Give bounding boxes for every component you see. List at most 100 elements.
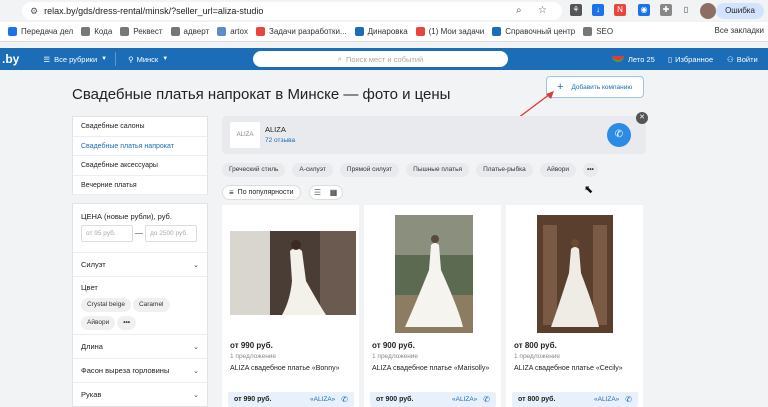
offer-seller[interactable]: «ALIZA» [452,396,477,403]
bookmark-item[interactable]: artox [217,27,248,36]
promo-link[interactable]: Лето 25 [612,48,655,70]
company-name[interactable]: ALIZA [265,125,286,134]
bookmark-item[interactable]: (1) Мои задачи [415,27,485,36]
site-logo[interactable]: .by [2,52,19,66]
bookmark-item[interactable]: SEO [583,27,613,36]
product-name[interactable]: ALIZA свадебное платье «Marisolly» [372,365,489,372]
site-settings-icon[interactable]: ⚙ [30,6,38,17]
category-item[interactable]: Вечерние платья [73,176,207,195]
sidebar-panel-icon[interactable]: ▯ [680,4,692,16]
menu-icon: ☰ [43,54,51,64]
zoom-icon[interactable]: ⌕ [516,5,522,16]
chevron-down-icon: ⌄ [193,391,199,399]
bookmark-folder-icon [354,27,364,36]
product-card[interactable]: от 990 руб. 1 предложение ALIZA свадебно… [222,205,359,407]
eye-extension-icon[interactable]: ◉ [638,4,650,16]
silhouette-filter[interactable]: Силуэт ⌄ [73,252,207,276]
profile-error-badge[interactable]: Ошибка [716,3,764,19]
city-label: Минск [136,54,159,64]
product-photo[interactable] [230,231,356,315]
filter-tag[interactable]: Пышные платья [406,163,470,177]
sort-dropdown[interactable]: ≡ По популярности [222,185,301,200]
phone-icon[interactable]: ✆ [625,395,632,404]
color-chip[interactable]: Айвори [81,316,116,330]
filter-tag[interactable]: Платье-рыбка [476,163,533,177]
category-item[interactable]: Свадебные аксессуары [73,156,207,176]
filter-tag[interactable]: Греческий стиль [222,163,286,177]
company-reviews-link[interactable]: 72 отзыва [265,137,295,144]
search-input[interactable]: ⌕ Поиск мест и событий [253,51,508,67]
product-name[interactable]: ALIZA свадебное платье «Cecily» [514,365,623,372]
price-from-input[interactable]: от 95 руб. [81,225,133,242]
product-photo[interactable] [537,215,613,333]
profile-avatar[interactable] [700,3,716,19]
sort-row: ≡ По популярности ☰ ▦ [222,185,343,200]
bookmark-folder-icon [492,27,502,36]
offer-seller[interactable]: «ALIZA» [594,396,619,403]
bookmark-star-icon[interactable]: ☆ [538,5,547,16]
extension-icon[interactable]: ⚘ [570,4,582,16]
neckline-filter[interactable]: Фасон выреза горловины ⌄ [73,358,207,382]
offer-bar[interactable]: от 990 руб. «ALIZA» ✆ [228,392,354,407]
login-link[interactable]: ⚇ Войти [727,48,758,70]
price-to-input[interactable]: до 2500 руб. [145,225,197,242]
offer-price: от 900 руб. [376,396,414,403]
mouse-cursor-icon: ⬉ [584,184,594,196]
offer-bar[interactable]: от 900 руб. «ALIZA» ✆ [370,392,496,407]
chevron-down-icon: ▼ [101,56,108,62]
bookmark-item[interactable]: Кода [81,27,112,36]
city-selector[interactable]: ⚲ Минск ▼ [128,55,168,64]
offer-bar[interactable]: от 800 руб. «ALIZA» ✆ [512,392,638,407]
add-company-button[interactable]: + Добавить компанию [546,76,644,98]
bookmark-icon: ▯ [668,54,673,64]
filter-tag[interactable]: А-силуэт [292,163,333,177]
new-extension-icon[interactable]: N [614,4,626,16]
grid-view-icon[interactable]: ▦ [326,188,342,197]
more-colors-button[interactable]: ••• [117,316,137,330]
product-offers[interactable]: 1 предложение [372,353,418,360]
search-placeholder: Поиск мест и событий [345,54,424,64]
all-rubrics-button[interactable]: ☰ Все рубрики ▼ [43,52,117,66]
address-url[interactable]: relax.by/gds/dress-rental/minsk/?seller_… [44,6,263,16]
bookmark-item[interactable]: Динаровка [354,27,408,36]
filter-tag[interactable]: Айвори [539,163,576,177]
sleeves-filter[interactable]: Рукав ⌄ [73,382,207,406]
phone-icon[interactable]: ✆ [341,395,348,404]
tag-list: Греческий стиль А-силуэт Прямой силуэт Пышн… [222,163,605,177]
color-chip[interactable]: Crystal beige [81,298,131,312]
download-icon[interactable]: ↓ [592,4,604,16]
offer-seller[interactable]: «ALIZA» [310,396,335,403]
category-item[interactable]: Свадебные платья напрокат [73,137,207,156]
product-name[interactable]: ALIZA свадебное платье «Bonny» [230,365,340,372]
phone-icon[interactable]: ✆ [483,395,490,404]
bookmark-item[interactable]: Задачи разработки... [255,27,347,36]
bookmark-item[interactable]: Передача дел [8,27,73,36]
product-offers[interactable]: 1 предложение [230,353,276,360]
chevron-down-icon: ▼ [162,56,169,62]
all-bookmarks-button[interactable]: Все закладки [715,26,764,35]
puzzle-icon[interactable]: ✚ [660,4,672,16]
sleeves-label: Рукав [81,390,102,399]
favorites-link[interactable]: ▯ Избранное [668,48,713,70]
bookmark-item[interactable]: Справочный центр [492,27,575,36]
filter-tag[interactable]: Прямой силуэт [339,163,400,177]
more-tags-button[interactable]: ••• [583,163,598,177]
phone-call-button[interactable]: ✆ [607,123,631,147]
bookmark-item[interactable]: адверт [170,27,209,36]
category-item[interactable]: Свадебные салоны [73,117,207,137]
list-view-icon[interactable]: ☰ [310,188,326,197]
product-card[interactable]: от 800 руб. 1 предложение ALIZA свадебно… [506,205,643,407]
bookmark-label: (1) Мои задачи [428,27,485,36]
silhouette-label: Силуэт [81,260,106,269]
bookmark-label: Справочный центр [505,27,576,36]
product-photo[interactable] [395,215,473,333]
bookmark-item[interactable]: Реквест [120,27,163,36]
address-bar[interactable]: ⚙ relax.by/gds/dress-rental/minsk/?selle… [22,2,562,20]
close-icon[interactable]: ✕ [636,112,648,124]
bookmark-label: Задачи разработки... [268,27,347,36]
product-offers[interactable]: 1 предложение [514,353,560,360]
company-card[interactable]: ALIZA ALIZA 72 отзыва ✆ [222,116,646,154]
length-filter[interactable]: Длина ⌄ [73,334,207,358]
color-chip[interactable]: Caramel [132,298,170,312]
product-card[interactable]: от 900 руб. 1 предложение ALIZA свадебно… [364,205,501,407]
